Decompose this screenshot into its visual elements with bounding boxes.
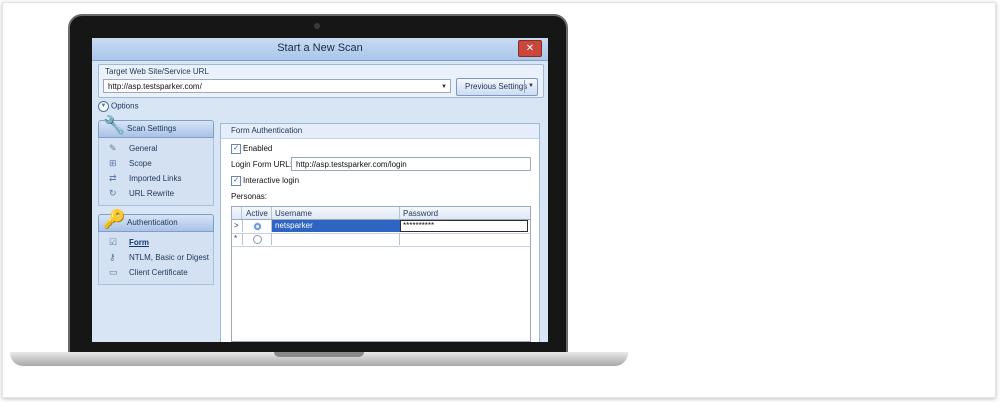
- nav-item-client-certificate[interactable]: ▭ Client Certificate: [99, 265, 213, 280]
- active-radio[interactable]: [253, 222, 262, 231]
- options-label: Options: [111, 101, 139, 111]
- target-url-value: http://asp.testsparker.com/: [108, 82, 202, 91]
- row-marker: >: [234, 221, 239, 230]
- nav-item-label: Imported Links: [129, 174, 182, 183]
- column-username[interactable]: Username: [272, 207, 400, 219]
- key-icon: 🔑: [103, 209, 126, 229]
- scan-dialog: Start a New Scan ✕ Target Web Site/Servi…: [92, 38, 548, 342]
- personas-label: Personas:: [231, 192, 268, 201]
- options-toggle[interactable]: ▼ Options: [98, 101, 139, 112]
- scan-settings-header[interactable]: 🔧 Scan Settings: [98, 116, 214, 138]
- nav-item-url-rewrite[interactable]: ↻ URL Rewrite: [99, 186, 213, 201]
- authentication-title: Authentication: [127, 218, 178, 227]
- column-header-label: Active: [246, 209, 268, 218]
- window-title: Start a New Scan: [277, 42, 363, 54]
- chevron-down-icon[interactable]: ▼: [528, 83, 534, 89]
- login-url-input[interactable]: http://asp.testsparker.com/login: [291, 157, 531, 171]
- key-icon: ⚷: [109, 252, 116, 262]
- enabled-checkbox[interactable]: ✓: [231, 144, 241, 154]
- grid-header: Active Username Password: [232, 207, 530, 220]
- previous-settings-button[interactable]: Previous Settings ▼: [456, 78, 538, 96]
- nav-item-form[interactable]: ☑ Form: [99, 235, 213, 250]
- nav-item-label: URL Rewrite: [129, 189, 175, 198]
- certificate-icon: ▭: [109, 267, 118, 277]
- username-cell[interactable]: [272, 233, 400, 245]
- sitemap-icon: ⊞: [109, 158, 117, 168]
- nav-item-general[interactable]: ✎ General: [99, 141, 213, 156]
- enabled-label: Enabled: [243, 144, 273, 153]
- settings-nav: 🔧 Scan Settings ✎ General ⊞ Scope ⇄ Impo…: [98, 116, 214, 285]
- personas-grid: Active Username Password > netsparker **…: [231, 206, 531, 342]
- login-url-value: http://asp.testsparker.com/login: [296, 160, 407, 169]
- target-url-group: Target Web Site/Service URL http://asp.t…: [98, 64, 544, 98]
- nav-item-imported-links[interactable]: ⇄ Imported Links: [99, 171, 213, 186]
- target-url-input[interactable]: http://asp.testsparker.com/ ▼: [103, 79, 451, 93]
- nav-item-label: Scope: [129, 159, 152, 168]
- nav-item-label: NTLM, Basic or Digest: [129, 253, 210, 262]
- title-bar: Start a New Scan ✕: [92, 38, 548, 61]
- collapse-icon: ▼: [98, 101, 109, 112]
- nav-item-scope[interactable]: ⊞ Scope: [99, 156, 213, 171]
- column-header-label: Password: [403, 209, 439, 218]
- laptop-camera: [314, 23, 320, 29]
- interactive-login-checkbox[interactable]: ✓: [231, 176, 241, 186]
- interactive-login-label: Interactive login: [243, 176, 300, 185]
- grid-header-marker: [232, 207, 242, 219]
- username-value: netsparker: [275, 221, 313, 230]
- wrench-icon: ✎: [109, 143, 117, 153]
- close-icon: ✕: [525, 43, 535, 54]
- scan-settings-list: ✎ General ⊞ Scope ⇄ Imported Links ↻ URL…: [98, 138, 214, 206]
- column-password[interactable]: Password: [400, 207, 530, 219]
- wrench-icon: 🔧: [103, 115, 126, 135]
- password-value: **********: [403, 221, 435, 230]
- column-header-label: Username: [275, 209, 312, 218]
- active-cell[interactable]: [242, 233, 272, 245]
- nav-item-label: Form: [129, 238, 149, 247]
- login-url-label: Login Form URL:: [231, 160, 292, 169]
- column-active[interactable]: Active: [242, 207, 272, 219]
- links-icon: ⇄: [109, 173, 117, 183]
- form-auth-title: Form Authentication: [231, 126, 303, 135]
- previous-settings-label: Previous Settings: [465, 82, 528, 91]
- button-separator: [524, 80, 525, 93]
- password-cell[interactable]: [400, 233, 530, 245]
- laptop-notch: [274, 352, 364, 357]
- nav-item-ntlm[interactable]: ⚷ NTLM, Basic or Digest: [99, 250, 213, 265]
- authentication-list: ☑ Form ⚷ NTLM, Basic or Digest ▭ Client …: [98, 232, 214, 285]
- nav-item-label: Client Certificate: [129, 268, 188, 277]
- table-row[interactable]: *: [232, 233, 530, 247]
- active-cell[interactable]: [242, 220, 272, 232]
- nav-item-label: General: [129, 144, 158, 153]
- table-row[interactable]: > netsparker **********: [232, 220, 530, 234]
- dropdown-arrow-icon[interactable]: ▼: [441, 80, 447, 94]
- form-auth-panel: Form Authentication ✓ Enabled Login Form…: [220, 123, 540, 342]
- form-auth-header: Form Authentication: [221, 124, 539, 139]
- active-radio[interactable]: [253, 235, 262, 244]
- close-button[interactable]: ✕: [518, 40, 542, 57]
- form-icon: ☑: [109, 237, 118, 247]
- authentication-header[interactable]: 🔑 Authentication: [98, 210, 214, 232]
- password-cell[interactable]: **********: [400, 220, 528, 232]
- rewrite-icon: ↻: [109, 188, 117, 198]
- row-marker: *: [234, 234, 238, 243]
- target-url-label: Target Web Site/Service URL: [105, 67, 209, 76]
- scan-settings-title: Scan Settings: [127, 124, 177, 133]
- username-cell[interactable]: netsparker: [272, 220, 400, 232]
